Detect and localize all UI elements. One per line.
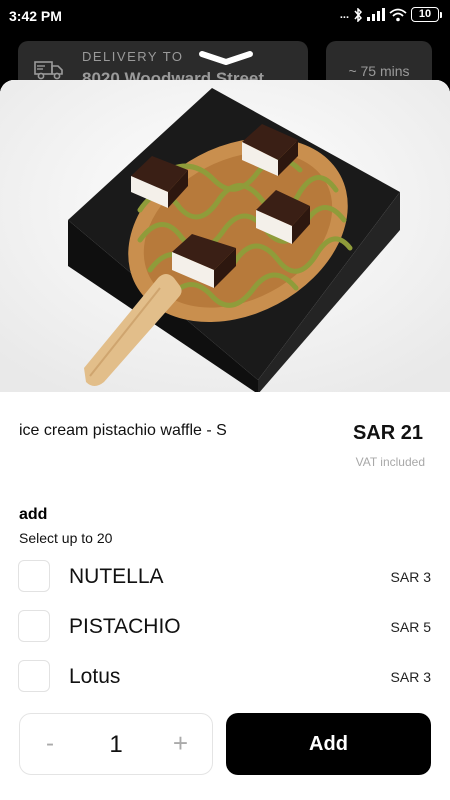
quantity-stepper: - 1 + [19,713,213,775]
add-to-cart-button[interactable]: Add [226,713,431,775]
addon-price: SAR 5 [390,619,431,635]
addon-option-nutella[interactable]: NUTELLA SAR 3 [0,560,450,600]
addon-name: Lotus [69,665,121,688]
notification-dots: ... [339,8,349,21]
checkbox[interactable] [18,610,50,642]
delivery-label: DELIVERY TO [82,49,184,64]
increment-button[interactable]: + [173,728,188,759]
vat-note: VAT included [355,455,425,469]
status-icons: ... 10 [340,7,442,22]
addon-price: SAR 3 [390,669,431,685]
addon-option-pistachio[interactable]: PISTACHIO SAR 5 [0,610,450,650]
bluetooth-icon [354,7,363,22]
product-price: SAR 21 [352,422,423,444]
checkbox[interactable] [18,660,50,692]
product-details: ice cream pistachio waffle - S SAR 21 VA… [0,80,450,800]
chevron-down-icon[interactable] [198,50,254,66]
checkbox[interactable] [18,560,50,592]
status-bar: 3:42 PM ... 10 [0,0,450,32]
addon-name: PISTACHIO [69,615,181,638]
signal-icon [367,8,385,21]
product-title: ice cream pistachio waffle - S [19,422,227,439]
battery-level: 10 [411,7,439,22]
battery-icon: 10 [411,7,442,22]
wifi-icon [389,8,407,21]
truck-icon [34,61,63,80]
addon-option-lotus[interactable]: Lotus SAR 3 [0,660,450,700]
addon-name: NUTELLA [69,565,164,588]
status-time: 3:42 PM [9,8,62,24]
eta-text: ~ 75 mins [348,63,410,79]
addons-title: add [19,506,48,523]
addon-price: SAR 3 [390,569,431,585]
addons-subtitle: Select up to 20 [19,530,113,546]
